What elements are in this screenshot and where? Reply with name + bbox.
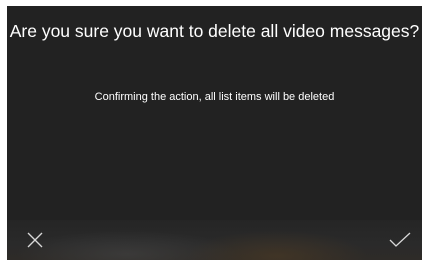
dialog-message: Confirming the action, all list items wi… (94, 91, 335, 103)
dialog-action-bar (7, 220, 422, 260)
check-icon (388, 231, 412, 249)
confirm-button[interactable] (378, 220, 422, 260)
confirm-delete-dialog: Are you sure you want to delete all vide… (7, 6, 422, 260)
cancel-button[interactable] (13, 220, 57, 260)
close-icon (26, 231, 44, 249)
dialog-title: Are you sure you want to delete all vide… (9, 21, 420, 41)
